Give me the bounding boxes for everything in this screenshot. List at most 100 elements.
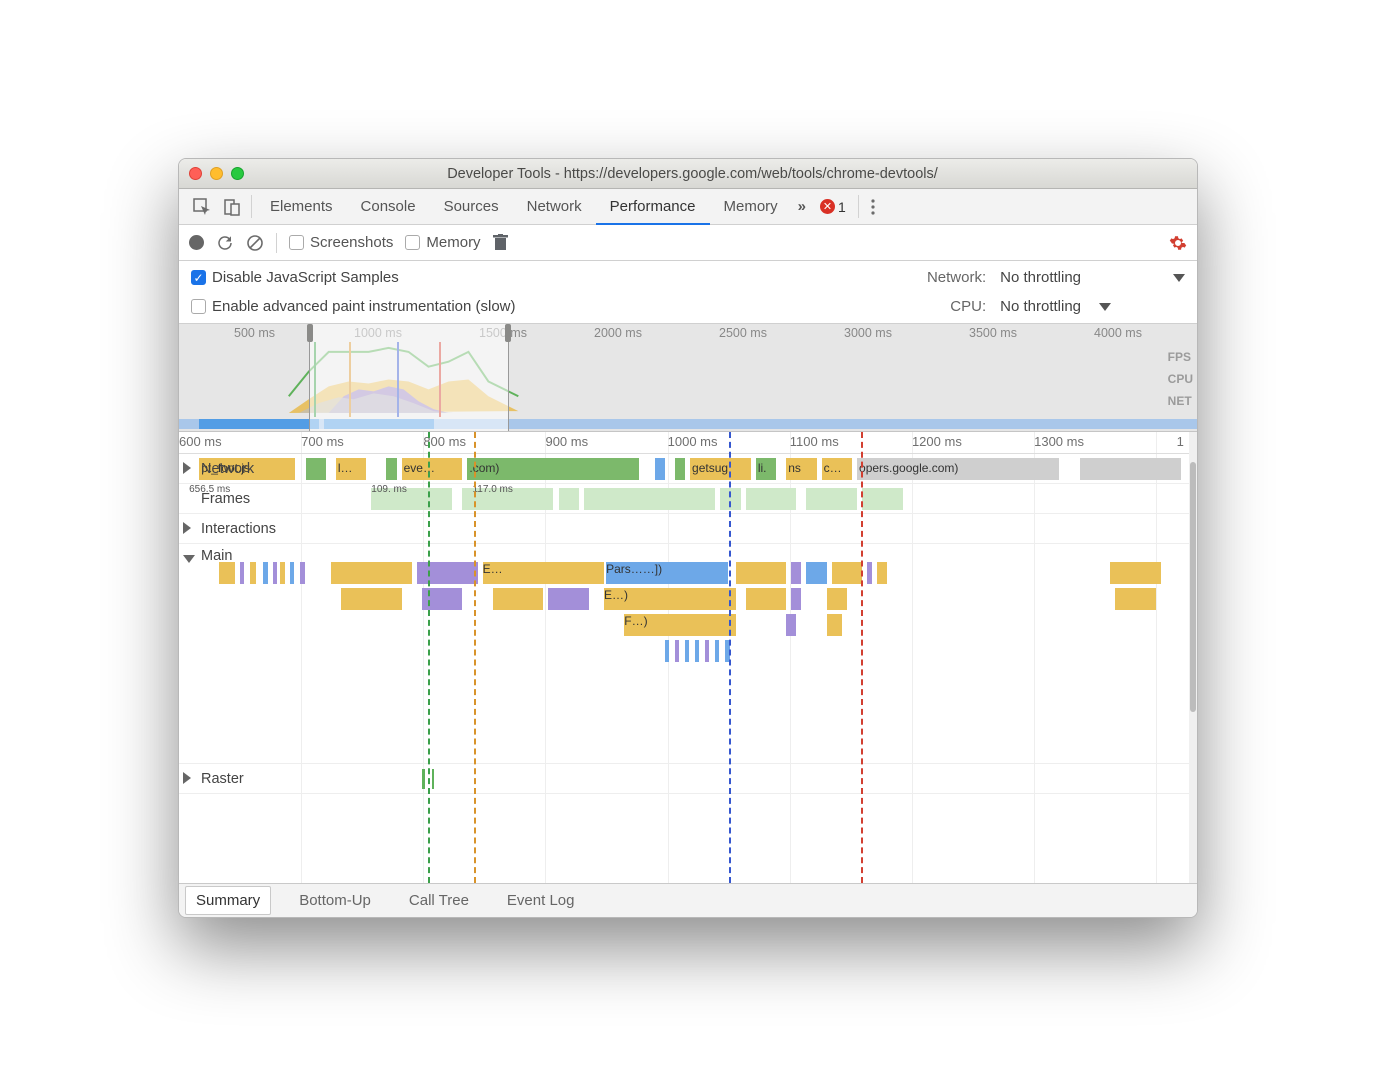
selection-handle-right[interactable]	[505, 324, 511, 342]
screenshots-label: Screenshots	[310, 234, 393, 251]
network-request[interactable]: ns	[786, 458, 816, 480]
tab-elements[interactable]: Elements	[256, 189, 347, 224]
error-count-badge[interactable]: ✕ 1	[812, 189, 854, 224]
overview-selection[interactable]	[309, 324, 509, 431]
ruler-tick: 2500 ms	[719, 326, 767, 340]
error-count: 1	[838, 199, 846, 215]
devtools-tabs: Elements Console Sources Network Perform…	[179, 189, 1197, 225]
capture-settings: Disable JavaScript Samples Network: No t…	[179, 261, 1197, 324]
marker-line	[861, 432, 863, 883]
frame[interactable]	[746, 488, 797, 510]
screenshots-checkbox[interactable]: Screenshots	[289, 234, 393, 251]
tab-call-tree[interactable]: Call Tree	[399, 887, 479, 914]
network-request[interactable]: .com)	[467, 458, 639, 480]
device-toggle-icon[interactable]	[217, 189, 247, 224]
frame-duration: 109. ms	[371, 484, 407, 495]
collect-garbage-button[interactable]	[493, 234, 508, 251]
network-request[interactable]: li.	[756, 458, 776, 480]
network-request[interactable]	[386, 458, 396, 480]
network-request[interactable]: eve…	[402, 458, 463, 480]
devtools-window: Developer Tools - https://developers.goo…	[178, 158, 1198, 918]
ruler-tick: 500 ms	[234, 326, 275, 340]
frame[interactable]	[862, 488, 902, 510]
details-tabs: Summary Bottom-Up Call Tree Event Log	[179, 883, 1197, 917]
selection-handle-left[interactable]	[307, 324, 313, 342]
frames-track[interactable]: Frames 656.5 ms 109. ms 117.0 ms	[179, 484, 1197, 514]
main-track[interactable]: Main E… Pars……])	[179, 544, 1197, 764]
tab-bottom-up[interactable]: Bottom-Up	[289, 887, 381, 914]
ruler-tick: 2000 ms	[594, 326, 642, 340]
tabs-overflow-button[interactable]: »	[792, 189, 812, 224]
record-button[interactable]	[189, 235, 204, 250]
tab-console[interactable]: Console	[347, 189, 430, 224]
frame[interactable]	[584, 488, 716, 510]
titlebar: Developer Tools - https://developers.goo…	[179, 159, 1197, 189]
paint-label: Enable advanced paint instrumentation (s…	[212, 298, 516, 315]
more-menu-button[interactable]	[863, 189, 883, 224]
checkbox-icon	[405, 235, 420, 250]
divider	[276, 233, 277, 253]
flame-chart-pane[interactable]: 600 ms 700 ms 800 ms 900 ms 1000 ms 1100…	[179, 432, 1197, 883]
network-request[interactable]: c…	[822, 458, 852, 480]
network-throttle-value: No throttling	[1000, 269, 1081, 286]
network-request[interactable]: l…	[336, 458, 366, 480]
frame[interactable]	[559, 488, 579, 510]
reload-record-button[interactable]	[216, 234, 234, 252]
checkbox-icon	[289, 235, 304, 250]
network-track[interactable]: Network pt_foot.js l… eve… .com) getsug …	[179, 454, 1197, 484]
network-request[interactable]: getsug	[690, 458, 751, 480]
tab-sources[interactable]: Sources	[430, 189, 513, 224]
checkbox-icon	[191, 270, 206, 285]
network-throttle-select[interactable]: No throttling	[1000, 269, 1111, 286]
paint-instrumentation-checkbox[interactable]: Enable advanced paint instrumentation (s…	[191, 298, 913, 315]
flame-parse[interactable]: Pars……])	[606, 562, 727, 584]
cpu-throttle-value: No throttling	[1000, 298, 1081, 315]
marker-line	[428, 432, 430, 883]
marker-line	[474, 432, 476, 883]
cpu-label: CPU:	[927, 298, 986, 315]
perf-toolbar: Screenshots Memory	[179, 225, 1197, 261]
error-icon: ✕	[820, 199, 835, 214]
window-title: Developer Tools - https://developers.goo…	[198, 166, 1187, 182]
divider	[251, 195, 252, 218]
flame-event[interactable]: E…	[483, 562, 604, 584]
dropdown-icon	[1173, 274, 1185, 282]
divider	[858, 195, 859, 218]
interactions-track[interactable]: Interactions	[179, 514, 1197, 544]
frame[interactable]	[806, 488, 857, 510]
settings-gear-icon[interactable]	[1169, 234, 1187, 252]
overview-pane[interactable]: 500 ms 1000 ms 1500 ms 2000 ms 2500 ms 3…	[179, 324, 1197, 432]
dropdown-icon	[1099, 303, 1111, 311]
clear-button[interactable]	[246, 234, 264, 252]
tab-network[interactable]: Network	[513, 189, 596, 224]
frame-duration: 117.0 ms	[472, 484, 512, 495]
network-request[interactable]	[655, 458, 665, 480]
marker-line	[729, 432, 731, 883]
network-request[interactable]	[675, 458, 685, 480]
disable-js-label: Disable JavaScript Samples	[212, 269, 399, 286]
memory-label: Memory	[426, 234, 480, 251]
cpu-throttle-select[interactable]: No throttling	[1000, 298, 1111, 315]
network-label: Network:	[927, 269, 986, 286]
expand-icon[interactable]	[183, 521, 197, 537]
checkbox-icon	[191, 299, 206, 314]
tab-summary[interactable]: Summary	[185, 886, 271, 915]
scrollbar-thumb[interactable]	[1190, 462, 1196, 712]
flame-evaluate[interactable]: E…)	[604, 588, 736, 610]
network-request[interactable]	[1080, 458, 1181, 480]
flame-function[interactable]: F…)	[624, 614, 735, 636]
vertical-scrollbar[interactable]	[1189, 432, 1197, 883]
network-request[interactable]: opers.google.com)	[857, 458, 1059, 480]
tab-memory[interactable]: Memory	[710, 189, 792, 224]
disable-js-checkbox[interactable]: Disable JavaScript Samples	[191, 269, 913, 286]
ruler-tick: 3000 ms	[844, 326, 892, 340]
detail-ruler: 600 ms 700 ms 800 ms 900 ms 1000 ms 1100…	[179, 432, 1197, 454]
memory-checkbox[interactable]: Memory	[405, 234, 480, 251]
tab-event-log[interactable]: Event Log	[497, 887, 585, 914]
ruler-tick: 3500 ms	[969, 326, 1017, 340]
tab-performance[interactable]: Performance	[596, 189, 710, 225]
inspect-icon[interactable]	[187, 189, 217, 224]
ruler-tick: 4000 ms	[1094, 326, 1142, 340]
raster-track[interactable]: Raster	[179, 764, 1197, 794]
network-request[interactable]	[306, 458, 326, 480]
